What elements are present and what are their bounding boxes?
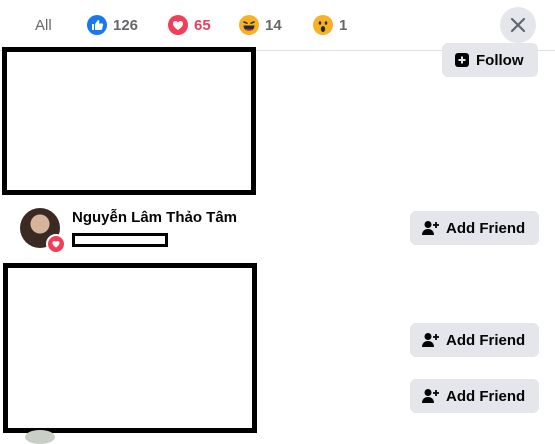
add-friend-icon — [422, 389, 439, 403]
like-reaction-icon — [87, 15, 107, 35]
haha-reaction-icon — [239, 15, 259, 35]
wow-reaction-icon — [313, 15, 333, 35]
add-friend-button[interactable]: Add Friend — [410, 211, 540, 245]
add-friend-icon — [422, 221, 439, 235]
tab-love[interactable]: 65 — [168, 0, 211, 50]
add-friend-label: Add Friend — [446, 387, 526, 405]
tab-all[interactable]: All — [35, 0, 52, 50]
tab-haha[interactable]: 14 — [239, 0, 282, 50]
tab-wow[interactable]: 1 — [313, 0, 347, 50]
add-friend-button[interactable]: Add Friend — [410, 379, 540, 413]
add-friend-label: Add Friend — [446, 219, 526, 237]
love-reaction-icon — [168, 15, 188, 35]
follow-label: Follow — [476, 51, 524, 69]
love-badge-icon — [46, 234, 66, 254]
tab-like[interactable]: 126 — [87, 0, 138, 50]
wow-count: 1 — [339, 16, 348, 34]
tab-all-label: All — [35, 16, 52, 34]
like-count: 126 — [113, 16, 139, 34]
close-button[interactable] — [500, 7, 536, 43]
follow-button[interactable]: Follow — [442, 43, 538, 77]
person-name[interactable]: Nguyễn Lâm Thảo Tâm — [72, 209, 237, 226]
avatar[interactable] — [25, 430, 55, 444]
add-friend-icon — [422, 333, 439, 347]
close-icon — [510, 17, 526, 33]
redacted-profile — [2, 47, 256, 195]
redacted-profile — [3, 263, 257, 433]
haha-count: 14 — [265, 16, 282, 34]
follow-icon — [455, 53, 469, 67]
love-count: 65 — [194, 16, 211, 34]
add-friend-button[interactable]: Add Friend — [410, 323, 540, 357]
redacted-subtitle — [72, 233, 168, 247]
add-friend-label: Add Friend — [446, 331, 526, 349]
